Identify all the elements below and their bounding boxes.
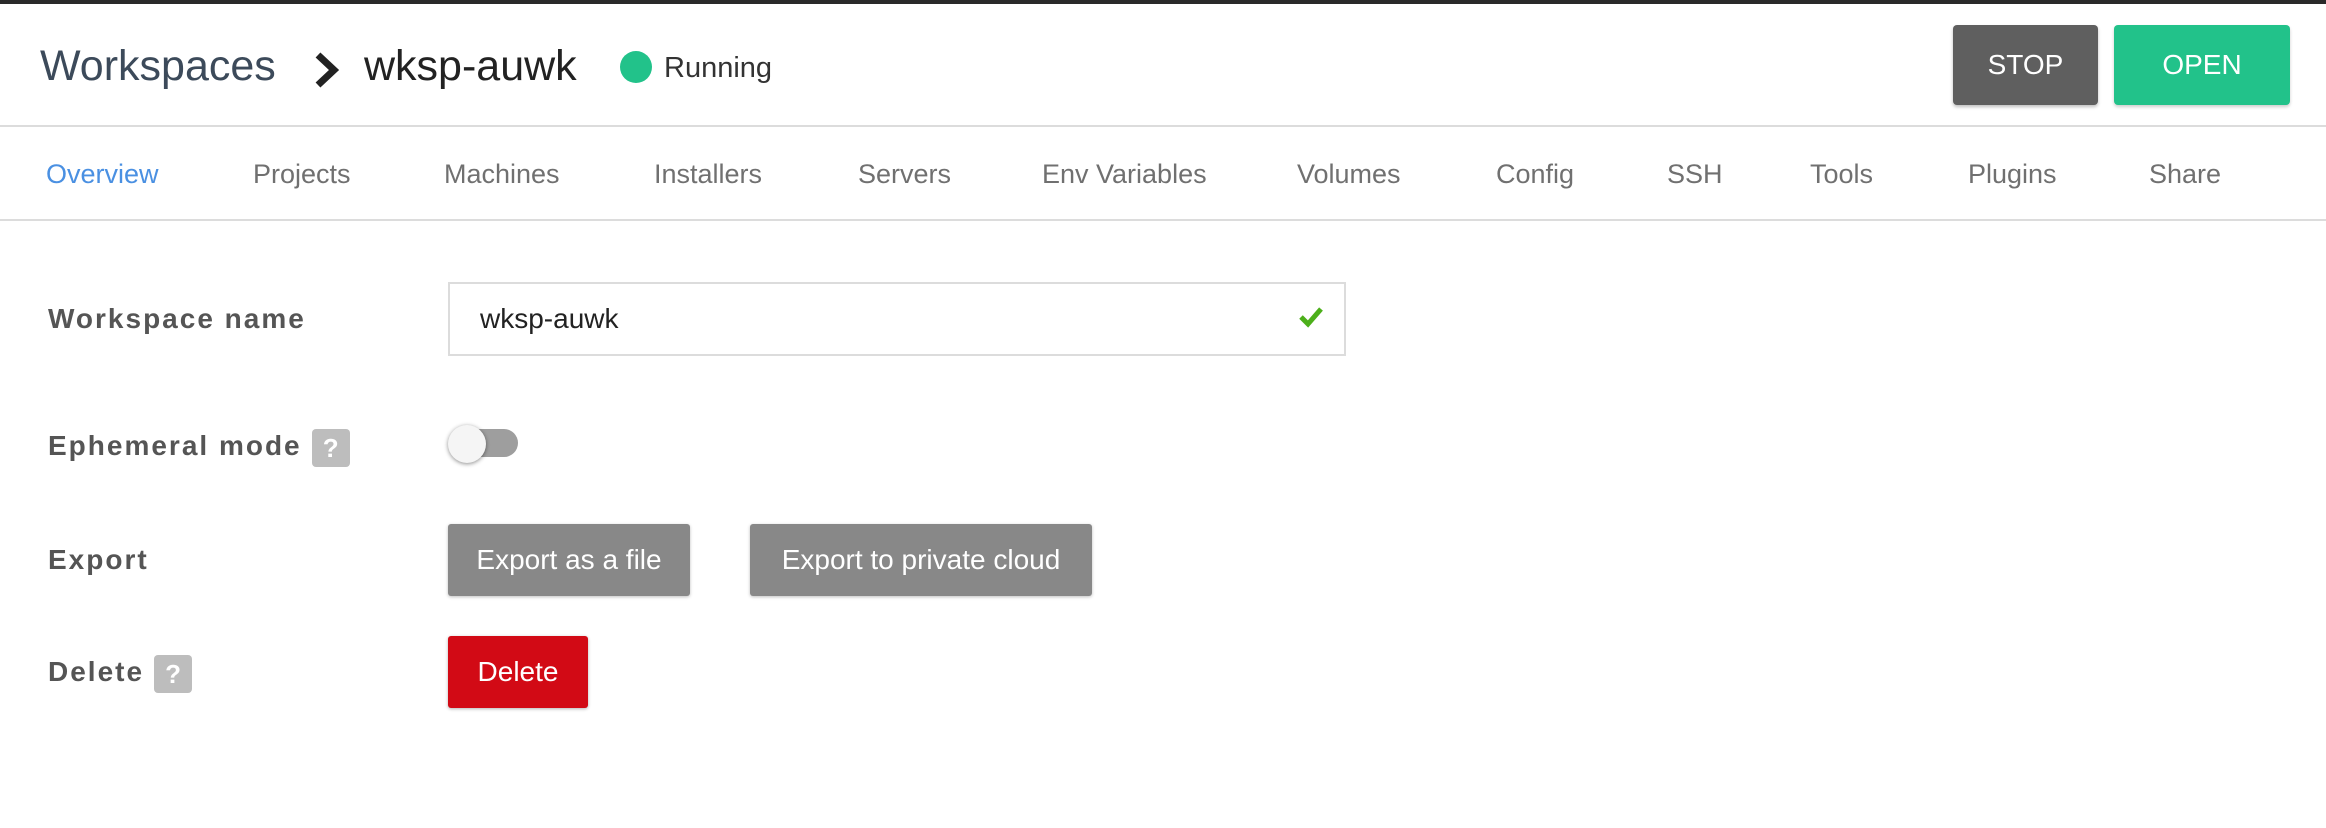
workspace-name-label: Workspace name — [48, 303, 306, 334]
tab-projects[interactable]: Projects — [253, 157, 351, 191]
export-to-private-cloud-button[interactable]: Export to private cloud — [750, 524, 1092, 596]
workspace-name-field — [448, 282, 1346, 356]
export-as-file-button[interactable]: Export as a file — [448, 524, 690, 596]
tab-plugins[interactable]: Plugins — [1968, 157, 2057, 191]
tab-installers[interactable]: Installers — [654, 157, 762, 191]
export-label: Export — [48, 544, 149, 575]
stop-button[interactable]: STOP — [1953, 25, 2098, 105]
tab-machines[interactable]: Machines — [444, 157, 560, 191]
tab-servers[interactable]: Servers — [858, 157, 951, 191]
open-button[interactable]: OPEN — [2114, 25, 2290, 105]
toggle-knob — [448, 425, 486, 463]
ephemeral-mode-label: Ephemeral mode? — [48, 428, 350, 467]
tab-overview[interactable]: Overview — [46, 157, 159, 191]
delete-button[interactable]: Delete — [448, 636, 588, 708]
ephemeral-mode-toggle[interactable] — [448, 425, 518, 463]
tab-ssh[interactable]: SSH — [1667, 157, 1723, 191]
status-running-icon — [620, 51, 652, 83]
chevron-right-icon — [315, 52, 340, 88]
tab-env-variables[interactable]: Env Variables — [1042, 157, 1207, 191]
tab-share[interactable]: Share — [2149, 157, 2221, 191]
tab-config[interactable]: Config — [1496, 157, 1574, 191]
delete-label-text: Delete — [48, 656, 145, 687]
ephemeral-mode-label-text: Ephemeral mode — [48, 430, 302, 461]
tab-volumes[interactable]: Volumes — [1297, 157, 1401, 191]
workspace-name-input[interactable] — [450, 284, 1280, 354]
breadcrumb-current-workspace: wksp-auwk — [364, 42, 577, 90]
header: Workspaces wksp-auwk Running STOP OPEN — [0, 4, 2326, 127]
check-icon — [1299, 307, 1323, 328]
status-text: Running — [664, 52, 773, 84]
tab-tools[interactable]: Tools — [1810, 157, 1873, 191]
help-icon[interactable]: ? — [154, 654, 193, 693]
delete-label: Delete? — [48, 654, 193, 693]
help-icon[interactable]: ? — [311, 428, 350, 467]
tab-bar: Overview Projects Machines Installers Se… — [0, 127, 2326, 221]
breadcrumb-workspaces[interactable]: Workspaces — [40, 37, 276, 95]
